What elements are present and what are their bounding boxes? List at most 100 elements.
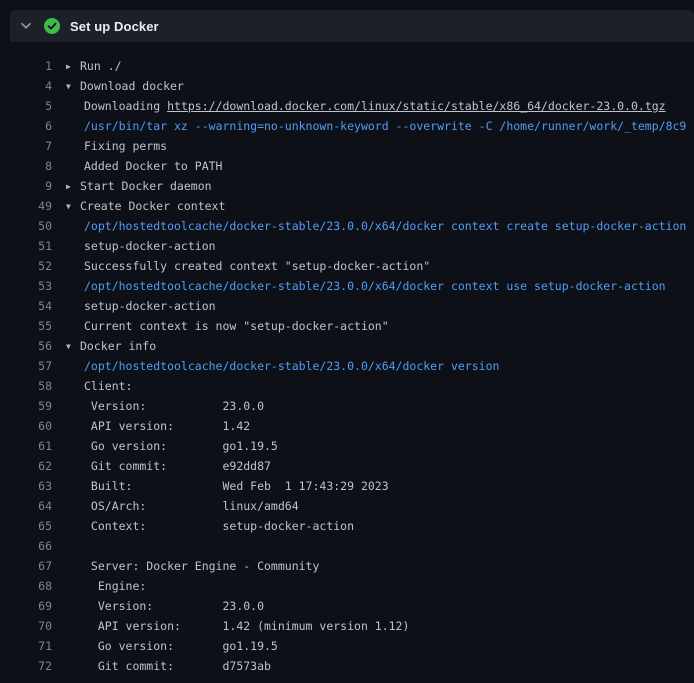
- log-line: 63 Built: Wed Feb 1 17:43:29 2023: [10, 476, 694, 496]
- log-line-number[interactable]: 51: [10, 236, 52, 256]
- log-line: 50 /opt/hostedtoolcache/docker-stable/23…: [10, 216, 694, 236]
- log-line-number[interactable]: 60: [10, 416, 52, 436]
- log-text: Successfully created context "setup-dock…: [84, 259, 430, 273]
- log-text: Server: Docker Engine - Community: [84, 559, 319, 573]
- log-line: 59 Version: 23.0.0: [10, 396, 694, 416]
- log-line-number[interactable]: 63: [10, 476, 52, 496]
- log-line: 65 Context: setup-docker-action: [10, 516, 694, 536]
- log-text: API version: 1.42 (minimum version 1.12): [84, 619, 409, 633]
- log-line-content: OS/Arch: linux/amd64: [66, 496, 694, 516]
- log-line: 54 setup-docker-action: [10, 296, 694, 316]
- log-text: OS/Arch: linux/amd64: [84, 499, 299, 513]
- log-line-number[interactable]: 55: [10, 316, 52, 336]
- log-line-number[interactable]: 69: [10, 596, 52, 616]
- log-line-number[interactable]: 58: [10, 376, 52, 396]
- log-text: Download docker: [80, 79, 184, 93]
- log-line-number[interactable]: 64: [10, 496, 52, 516]
- step-header[interactable]: Set up Docker: [10, 10, 694, 42]
- log-line-content: /opt/hostedtoolcache/docker-stable/23.0.…: [66, 216, 694, 236]
- log-line: 64 OS/Arch: linux/amd64: [10, 496, 694, 516]
- log-line-number[interactable]: 71: [10, 636, 52, 656]
- log-line-content: Successfully created context "setup-dock…: [66, 256, 694, 276]
- log-line-number[interactable]: 1: [10, 56, 52, 76]
- log-group-line[interactable]: 1 ▶Run ./: [10, 56, 694, 76]
- log-line-number[interactable]: 68: [10, 576, 52, 596]
- log-text: Context: setup-docker-action: [84, 519, 354, 533]
- log-line-content: Added Docker to PATH: [66, 156, 694, 176]
- log-line-number[interactable]: 6: [10, 116, 52, 136]
- log-line-number[interactable]: 7: [10, 136, 52, 156]
- log-line: 5 Downloading https://download.docker.co…: [10, 96, 694, 116]
- log-line: 51 setup-docker-action: [10, 236, 694, 256]
- log-command-text: /opt/hostedtoolcache/docker-stable/23.0.…: [84, 219, 686, 233]
- log-line: 62 Git commit: e92dd87: [10, 456, 694, 476]
- log-text: Fixing perms: [84, 139, 167, 153]
- step-setup-docker: Set up Docker 1 ▶Run ./ 4 ▼Download dock…: [10, 10, 694, 676]
- log-text: Create Docker context: [80, 199, 225, 213]
- log-group-line[interactable]: 56 ▼Docker info: [10, 336, 694, 356]
- log-line-content: Fixing perms: [66, 136, 694, 156]
- log-text: Docker info: [80, 339, 156, 353]
- log-text: Version: 23.0.0: [84, 599, 264, 613]
- log-line-number[interactable]: 53: [10, 276, 52, 296]
- log-line: 67 Server: Docker Engine - Community: [10, 556, 694, 576]
- log-line-number[interactable]: 62: [10, 456, 52, 476]
- log-text: Git commit: e92dd87: [84, 459, 271, 473]
- log-line-content: Built: Wed Feb 1 17:43:29 2023: [66, 476, 694, 496]
- log-text: Version: 23.0.0: [84, 399, 264, 413]
- log-line-number[interactable]: 52: [10, 256, 52, 276]
- log-line-content: Version: 23.0.0: [66, 396, 694, 416]
- log-line-content: /usr/bin/tar xz --warning=no-unknown-key…: [66, 116, 694, 136]
- log-line-number[interactable]: 5: [10, 96, 52, 116]
- log-text: Start Docker daemon: [80, 179, 212, 193]
- log-line-content: API version: 1.42: [66, 416, 694, 436]
- log-line-number[interactable]: 61: [10, 436, 52, 456]
- log-line: 70 API version: 1.42 (minimum version 1.…: [10, 616, 694, 636]
- log-line: 60 API version: 1.42: [10, 416, 694, 436]
- log-text: Added Docker to PATH: [84, 159, 222, 173]
- log-line-number[interactable]: 66: [10, 536, 52, 556]
- log-line-number[interactable]: 56: [10, 336, 52, 356]
- log-line-content: Git commit: e92dd87: [66, 456, 694, 476]
- log-line-number[interactable]: 72: [10, 656, 52, 676]
- log-line-number[interactable]: 8: [10, 156, 52, 176]
- log-command-text: /opt/hostedtoolcache/docker-stable/23.0.…: [84, 359, 499, 373]
- log-line-content: Version: 23.0.0: [66, 596, 694, 616]
- expand-arrow-icon: ▶: [66, 177, 80, 196]
- log-line-number[interactable]: 67: [10, 556, 52, 576]
- log-line-number[interactable]: 9: [10, 176, 52, 196]
- log-line: 66: [10, 536, 694, 556]
- log-command-text: /usr/bin/tar xz --warning=no-unknown-key…: [84, 119, 686, 133]
- log-link[interactable]: https://download.docker.com/linux/static…: [167, 99, 666, 113]
- log-text: Engine:: [84, 579, 146, 593]
- collapse-arrow-icon: ▼: [66, 197, 80, 216]
- log-line: 6 /usr/bin/tar xz --warning=no-unknown-k…: [10, 116, 694, 136]
- log-group-line[interactable]: 49 ▼Create Docker context: [10, 196, 694, 216]
- log-group-line[interactable]: 4 ▼Download docker: [10, 76, 694, 96]
- log-line-number[interactable]: 4: [10, 76, 52, 96]
- log-line-number[interactable]: 49: [10, 196, 52, 216]
- log-line: 71 Go version: go1.19.5: [10, 636, 694, 656]
- collapse-arrow-icon: ▼: [66, 337, 80, 356]
- log-text: Go version: go1.19.5: [84, 639, 278, 653]
- log-line: 55 Current context is now "setup-docker-…: [10, 316, 694, 336]
- collapse-arrow-icon: ▼: [66, 77, 80, 96]
- log-line-number[interactable]: 54: [10, 296, 52, 316]
- log-line-number[interactable]: 65: [10, 516, 52, 536]
- log-text: Go version: go1.19.5: [84, 439, 278, 453]
- log-line-content: setup-docker-action: [66, 296, 694, 316]
- log-line: 58 Client:: [10, 376, 694, 396]
- log-group-line[interactable]: 9 ▶Start Docker daemon: [10, 176, 694, 196]
- log-line-number[interactable]: 57: [10, 356, 52, 376]
- log-line-content: Git commit: d7573ab: [66, 656, 694, 676]
- log-command-text: /opt/hostedtoolcache/docker-stable/23.0.…: [84, 279, 666, 293]
- chevron-down-icon[interactable]: [18, 18, 34, 34]
- log-text: Downloading: [84, 99, 167, 113]
- log-line-content: ▶Start Docker daemon: [66, 176, 694, 196]
- log-line-content: setup-docker-action: [66, 236, 694, 256]
- log-line-number[interactable]: 70: [10, 616, 52, 636]
- log-line-number[interactable]: 50: [10, 216, 52, 236]
- log-text: API version: 1.42: [84, 419, 250, 433]
- log-line-content: Client:: [66, 376, 694, 396]
- log-line-number[interactable]: 59: [10, 396, 52, 416]
